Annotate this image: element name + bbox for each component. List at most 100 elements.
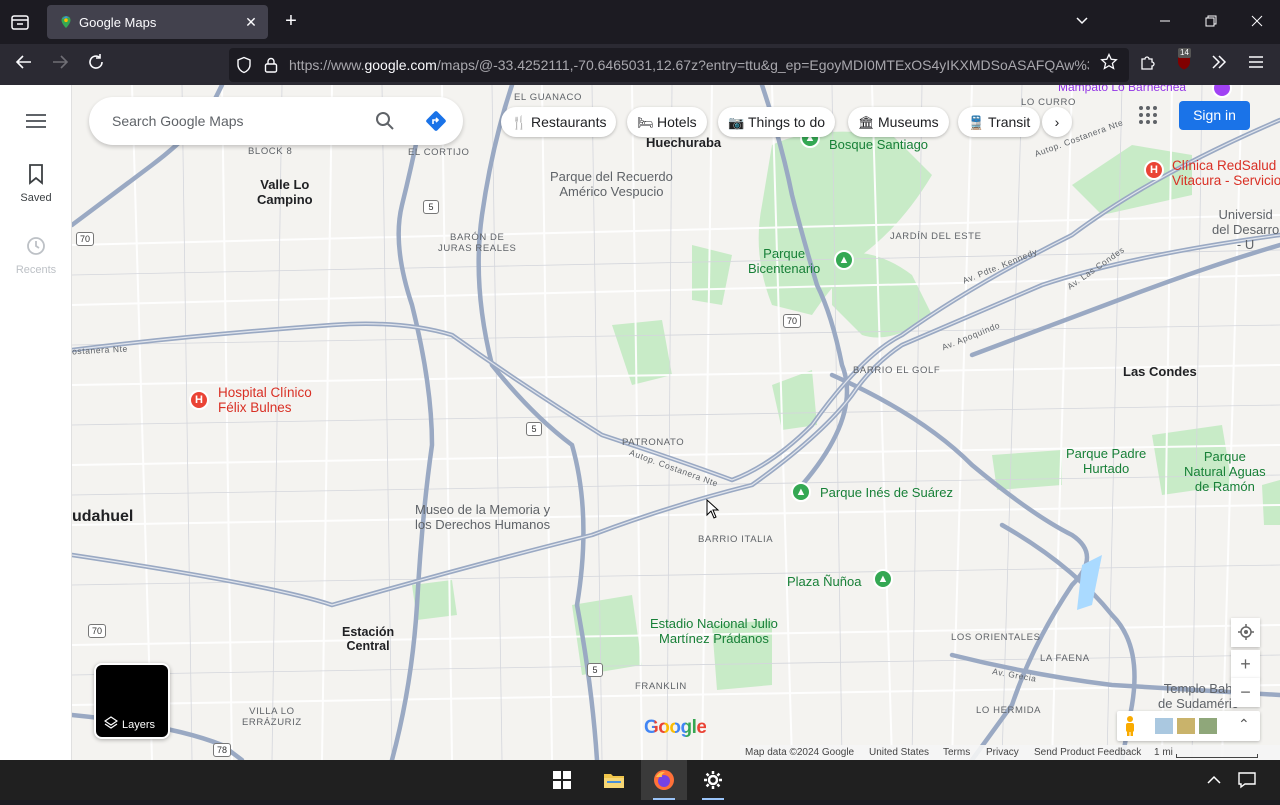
chips-scroll-right-button[interactable]: › (1042, 107, 1072, 137)
close-tab-icon[interactable]: ✕ (242, 13, 260, 31)
back-arrow-icon (15, 55, 31, 69)
map-label: BARRIO ITALIA (698, 534, 774, 545)
bookmark-icon (29, 164, 43, 185)
route-shield: 70 (88, 624, 107, 638)
chip-hotels[interactable]: 🛏 Hotels (627, 107, 707, 137)
hospital-pin-icon[interactable]: H (189, 390, 209, 410)
imagery-thumbnail[interactable] (1177, 718, 1195, 734)
imagery-thumbnail[interactable] (1199, 718, 1217, 734)
map-label: Hospital Clínico Félix Bulnes (218, 385, 312, 415)
search-icon[interactable] (375, 111, 395, 136)
firefox-taskbar-button[interactable] (641, 760, 687, 800)
google-maps-page: Saved Recents EL GUANACO Huechuraba LO C… (0, 85, 1280, 760)
lock-icon[interactable] (263, 56, 279, 79)
url-text[interactable]: https://www.google.com/maps/@-33.4252111… (289, 57, 1089, 73)
map-label: LOS ORIENTALES (951, 632, 1041, 643)
browser-tab-google-maps[interactable]: Google Maps ✕ (47, 5, 268, 39)
sidebar-item-recents[interactable]: Recents (0, 235, 72, 276)
map-label: Mampato Lo Barnechea (1058, 85, 1187, 94)
settings-taskbar-button[interactable] (690, 760, 736, 800)
send-feedback-link[interactable]: Send Product Feedback (1034, 747, 1141, 758)
search-input[interactable]: Search Google Maps (112, 113, 244, 129)
minimize-window-button[interactable] (1153, 10, 1177, 34)
map-label: Museo de la Memoria y los Derechos Humano… (415, 502, 551, 532)
layers-button[interactable]: Layers (94, 663, 170, 739)
tab-title: Google Maps (79, 15, 157, 30)
bed-icon: 🛏 (637, 115, 654, 130)
chip-restaurants[interactable]: 🍴 Restaurants (501, 107, 617, 137)
tab-list-button[interactable] (8, 10, 32, 34)
file-explorer-taskbar-button[interactable] (591, 760, 637, 800)
map-label: Templo Bah de Sudaméric (1158, 681, 1239, 711)
sign-in-button[interactable]: Sign in (1179, 101, 1250, 130)
extensions-button[interactable] (1136, 53, 1160, 77)
minus-icon: − (1240, 682, 1251, 702)
fork-knife-icon: 🍴 (511, 115, 528, 130)
search-box[interactable]: Search Google Maps (89, 97, 463, 145)
camera-icon: 📷 (728, 115, 745, 130)
expand-chevron-up-icon[interactable]: ⌃ (1238, 716, 1250, 733)
map-label: VILLA LO ERRÁZURIZ (242, 706, 302, 728)
map-label: LO HERMIDA (976, 705, 1042, 716)
notifications-icon[interactable] (1238, 771, 1256, 794)
map-label: Huechuraba (646, 135, 722, 150)
park-pin-icon[interactable]: ▲ (834, 250, 854, 270)
map-footer: Map data ©2024 Google United States Term… (740, 745, 1280, 760)
hospital-pin-icon[interactable]: H (1144, 160, 1164, 180)
google-apps-icon[interactable] (1138, 105, 1158, 125)
restore-window-button[interactable] (1199, 10, 1223, 34)
main-menu-hamburger-icon[interactable] (24, 111, 48, 136)
imagery-thumbnail[interactable] (1155, 718, 1173, 734)
sidebar-item-saved[interactable]: Saved (0, 163, 72, 204)
chip-museums[interactable]: 🏛 Museums (848, 107, 949, 137)
chip-transit[interactable]: 🚆 Transit (958, 107, 1041, 137)
map-label: Clínica RedSalud Vitacura - Servicio (1172, 158, 1280, 188)
park-pin-icon[interactable]: ▲ (791, 482, 811, 502)
directions-icon[interactable] (425, 110, 447, 137)
street-view-imagery-strip[interactable]: ⌃ (1117, 711, 1260, 741)
forward-button[interactable] (48, 53, 72, 77)
map-streets-layer (72, 85, 1280, 760)
zoom-out-button[interactable]: − (1231, 678, 1260, 707)
list-all-tabs-chevron-icon[interactable] (1070, 10, 1094, 34)
map-label: JARDÍN DEL ESTE (890, 231, 982, 242)
route-shield: 5 (526, 422, 542, 436)
chip-things-to-do[interactable]: 📷 Things to do (718, 107, 836, 137)
map-data-attribution: Map data ©2024 Google (745, 747, 855, 758)
region-link[interactable]: United States (869, 747, 929, 758)
train-icon: 🚆 (968, 115, 985, 130)
system-tray-chevron-up-icon[interactable] (1206, 772, 1222, 793)
map-label: BARÓN DE JURAS REALES (438, 232, 517, 254)
map-label: Valle Lo Campino (257, 177, 313, 207)
reload-button[interactable] (84, 53, 108, 77)
new-tab-button[interactable]: + (279, 10, 303, 34)
privacy-link[interactable]: Privacy (986, 747, 1019, 758)
hamburger-menu-icon (1249, 56, 1263, 68)
map-label: BLOCK 8 (248, 146, 293, 157)
back-button[interactable] (12, 53, 36, 77)
app-menu-button[interactable] (1244, 53, 1268, 77)
park-pin-icon[interactable]: ▲ (873, 569, 893, 589)
terms-link[interactable]: Terms (943, 747, 970, 758)
more-tools-button[interactable] (1207, 53, 1231, 77)
tab-list-icon (11, 15, 29, 30)
bookmark-star-button[interactable] (1097, 52, 1121, 77)
route-shield: 5 (587, 663, 603, 677)
pegman-icon[interactable] (1123, 715, 1137, 742)
windows-taskbar (0, 760, 1280, 800)
map-label: Las Condes (1123, 364, 1197, 379)
sidebar-item-label: Recents (15, 264, 57, 276)
map-label: Estadio Nacional Julio Martínez Prádanos (650, 616, 778, 646)
star-icon (1100, 52, 1118, 70)
map-canvas[interactable]: EL GUANACO Huechuraba LO CURRO Mampato L… (72, 85, 1280, 760)
ublock-extension-button[interactable]: 14 (1172, 48, 1196, 77)
map-label: EL CORTIJO (408, 147, 470, 158)
start-button[interactable] (539, 760, 585, 800)
zoom-in-button[interactable]: + (1231, 650, 1260, 679)
close-window-button[interactable] (1245, 10, 1269, 34)
my-location-button[interactable] (1231, 618, 1260, 647)
route-shield: 78 (213, 743, 232, 757)
scale-label[interactable]: 1 mi (1154, 747, 1173, 758)
tracking-protection-shield-icon[interactable] (235, 56, 253, 79)
address-bar[interactable]: https://www.google.com/maps/@-33.4252111… (229, 48, 1129, 82)
